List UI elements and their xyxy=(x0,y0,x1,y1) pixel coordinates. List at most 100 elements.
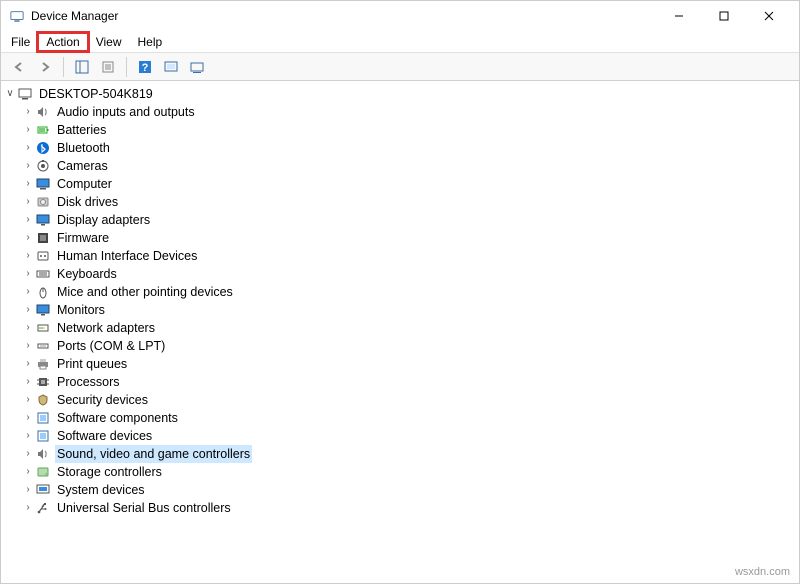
tree-item-label[interactable]: Computer xyxy=(55,175,114,193)
chevron-right-icon[interactable]: › xyxy=(21,283,35,301)
chevron-right-icon[interactable]: › xyxy=(21,355,35,373)
show-hide-tree-button[interactable] xyxy=(70,55,94,79)
chevron-right-icon[interactable]: › xyxy=(21,229,35,247)
app-icon xyxy=(9,8,25,24)
tree-item-label[interactable]: Mice and other pointing devices xyxy=(55,283,235,301)
tree-item[interactable]: › Ports (COM & LPT) xyxy=(21,337,797,355)
chevron-right-icon[interactable]: › xyxy=(21,373,35,391)
menu-view[interactable]: View xyxy=(88,33,130,51)
tree-item-label[interactable]: Print queues xyxy=(55,355,129,373)
tree-item[interactable]: › Batteries xyxy=(21,121,797,139)
chevron-right-icon[interactable]: › xyxy=(21,121,35,139)
tree-item-label[interactable]: Software components xyxy=(55,409,180,427)
tree-item[interactable]: › Print queues xyxy=(21,355,797,373)
tree-item-label[interactable]: Monitors xyxy=(55,301,107,319)
menubar: File Action View Help xyxy=(1,31,799,53)
tree-item[interactable]: › Storage controllers xyxy=(21,463,797,481)
software-icon xyxy=(35,410,51,426)
device-tree[interactable]: ∨ DESKTOP-504K819 › Audio inputs and outp… xyxy=(1,81,799,583)
scan-hardware-button[interactable] xyxy=(159,55,183,79)
software-icon xyxy=(35,428,51,444)
tree-item[interactable]: › Security devices xyxy=(21,391,797,409)
chevron-right-icon[interactable]: › xyxy=(21,499,35,517)
chevron-right-icon[interactable]: › xyxy=(21,391,35,409)
tree-item[interactable]: › Software components xyxy=(21,409,797,427)
tree-item[interactable]: › Human Interface Devices xyxy=(21,247,797,265)
tree-item[interactable]: › Network adapters xyxy=(21,319,797,337)
chevron-right-icon[interactable]: › xyxy=(21,301,35,319)
tree-item-label[interactable]: Processors xyxy=(55,373,122,391)
tree-item[interactable]: › Computer xyxy=(21,175,797,193)
mouse-icon xyxy=(35,284,51,300)
tree-item[interactable]: › Disk drives xyxy=(21,193,797,211)
toolbar-separator xyxy=(63,57,64,77)
tree-item-label[interactable]: Sound, video and game controllers xyxy=(55,445,252,463)
tree-item-label[interactable]: Audio inputs and outputs xyxy=(55,103,197,121)
bluetooth-icon xyxy=(35,140,51,156)
back-button[interactable] xyxy=(7,55,31,79)
storage-icon xyxy=(35,464,51,480)
watermark: wsxdn.com xyxy=(735,566,790,578)
tree-item-label[interactable]: Software devices xyxy=(55,427,154,445)
tree-item[interactable]: › Universal Serial Bus controllers xyxy=(21,499,797,517)
tree-item[interactable]: › System devices xyxy=(21,481,797,499)
tree-item[interactable]: › Mice and other pointing devices xyxy=(21,283,797,301)
menu-help[interactable]: Help xyxy=(130,33,171,51)
tree-item-label[interactable]: Display adapters xyxy=(55,211,152,229)
tree-item-label[interactable]: Firmware xyxy=(55,229,111,247)
tree-item-label[interactable]: Universal Serial Bus controllers xyxy=(55,499,233,517)
chevron-right-icon[interactable]: › xyxy=(21,247,35,265)
printer-icon xyxy=(35,356,51,372)
speaker-icon xyxy=(35,104,51,120)
chevron-right-icon[interactable]: › xyxy=(21,175,35,193)
tree-item[interactable]: › Firmware xyxy=(21,229,797,247)
chevron-right-icon[interactable]: › xyxy=(21,427,35,445)
tree-item-label[interactable]: Storage controllers xyxy=(55,463,164,481)
tree-item[interactable]: › Cameras xyxy=(21,157,797,175)
menu-action[interactable]: Action xyxy=(38,33,87,51)
tree-item[interactable]: › Monitors xyxy=(21,301,797,319)
chevron-right-icon[interactable]: › xyxy=(21,265,35,283)
port-icon xyxy=(35,338,51,354)
chevron-right-icon[interactable]: › xyxy=(21,193,35,211)
forward-button[interactable] xyxy=(33,55,57,79)
tree-item[interactable]: › Processors xyxy=(21,373,797,391)
tree-item[interactable]: › Sound, video and game controllers xyxy=(21,445,797,463)
properties-button[interactable] xyxy=(96,55,120,79)
root-label[interactable]: DESKTOP-504K819 xyxy=(37,85,155,103)
tree-item-label[interactable]: System devices xyxy=(55,481,147,499)
chevron-right-icon[interactable]: › xyxy=(21,481,35,499)
minimize-button[interactable] xyxy=(656,1,701,31)
tree-item-label[interactable]: Disk drives xyxy=(55,193,120,211)
chevron-right-icon[interactable]: › xyxy=(21,445,35,463)
tree-item[interactable]: › Display adapters xyxy=(21,211,797,229)
tree-item-label[interactable]: Human Interface Devices xyxy=(55,247,199,265)
tree-item[interactable]: › Bluetooth xyxy=(21,139,797,157)
menu-file[interactable]: File xyxy=(3,33,38,51)
help-button[interactable]: ? xyxy=(133,55,157,79)
tree-item[interactable]: › Keyboards xyxy=(21,265,797,283)
close-button[interactable] xyxy=(746,1,791,31)
add-legacy-hardware-button[interactable] xyxy=(185,55,209,79)
tree-item-label[interactable]: Cameras xyxy=(55,157,110,175)
chevron-right-icon[interactable]: › xyxy=(21,409,35,427)
chevron-right-icon[interactable]: › xyxy=(21,157,35,175)
tree-item[interactable]: › Audio inputs and outputs xyxy=(21,103,797,121)
chevron-right-icon[interactable]: › xyxy=(21,463,35,481)
maximize-button[interactable] xyxy=(701,1,746,31)
tree-item-label[interactable]: Ports (COM & LPT) xyxy=(55,337,167,355)
expander-icon[interactable]: ∨ xyxy=(3,85,17,103)
chevron-right-icon[interactable]: › xyxy=(21,211,35,229)
tree-item-label[interactable]: Batteries xyxy=(55,121,108,139)
tree-item-label[interactable]: Security devices xyxy=(55,391,150,409)
tree-item[interactable]: › Software devices xyxy=(21,427,797,445)
tree-item-label[interactable]: Bluetooth xyxy=(55,139,112,157)
chevron-right-icon[interactable]: › xyxy=(21,103,35,121)
tree-item-label[interactable]: Keyboards xyxy=(55,265,119,283)
chevron-right-icon[interactable]: › xyxy=(21,337,35,355)
usb-icon xyxy=(35,500,51,516)
tree-item-label[interactable]: Network adapters xyxy=(55,319,157,337)
tree-root-row[interactable]: ∨ DESKTOP-504K819 xyxy=(3,85,797,103)
chevron-right-icon[interactable]: › xyxy=(21,139,35,157)
chevron-right-icon[interactable]: › xyxy=(21,319,35,337)
